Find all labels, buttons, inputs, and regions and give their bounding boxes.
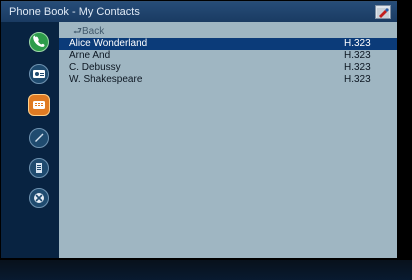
window-title: Phone Book - My Contacts <box>9 6 140 18</box>
contact-protocol: H.323 <box>344 62 371 73</box>
bottom-bar <box>0 260 412 280</box>
contact-name: Alice Wonderland <box>69 38 148 49</box>
contact-row[interactable]: C. Debussy H.323 <box>59 62 397 74</box>
phonebook-icon <box>33 101 45 109</box>
contact-list-pane: ⮐Back Alice Wonderland H.323 Arne And H.… <box>59 22 397 258</box>
contact-protocol: H.323 <box>344 74 371 85</box>
contact-row[interactable]: Arne And H.323 <box>59 50 397 62</box>
document-button[interactable] <box>29 158 49 178</box>
contact-name: W. Shakespeare <box>69 74 143 85</box>
back-row[interactable]: ⮐Back <box>59 26 397 38</box>
document-icon <box>36 163 42 173</box>
sidebar <box>1 22 59 258</box>
edit-glyph <box>377 8 389 18</box>
edit-icon[interactable] <box>375 5 391 19</box>
close-icon <box>34 193 44 203</box>
contact-protocol: H.323 <box>344 50 371 61</box>
phone-book-window: Phone Book - My Contacts ⮐Back Alice Won… <box>1 1 397 258</box>
pen-icon <box>35 133 44 142</box>
contact-name: C. Debussy <box>69 62 121 73</box>
phone-icon <box>33 35 45 47</box>
contact-row[interactable]: Alice Wonderland H.323 <box>59 38 397 50</box>
contact-card-icon <box>33 70 45 78</box>
back-label: ⮐Back <box>73 26 105 37</box>
edit-button[interactable] <box>29 128 49 148</box>
contact-row[interactable]: W. Shakespeare H.323 <box>59 74 397 86</box>
phone-book-button[interactable] <box>28 94 50 116</box>
close-button[interactable] <box>29 188 49 208</box>
call-button[interactable] <box>29 32 49 52</box>
contact-protocol: H.323 <box>344 38 371 49</box>
contact-card-button[interactable] <box>29 64 49 84</box>
contact-name: Arne And <box>69 50 111 61</box>
titlebar: Phone Book - My Contacts <box>1 2 397 22</box>
screen: Phone Book - My Contacts ⮐Back Alice Won… <box>0 0 412 280</box>
